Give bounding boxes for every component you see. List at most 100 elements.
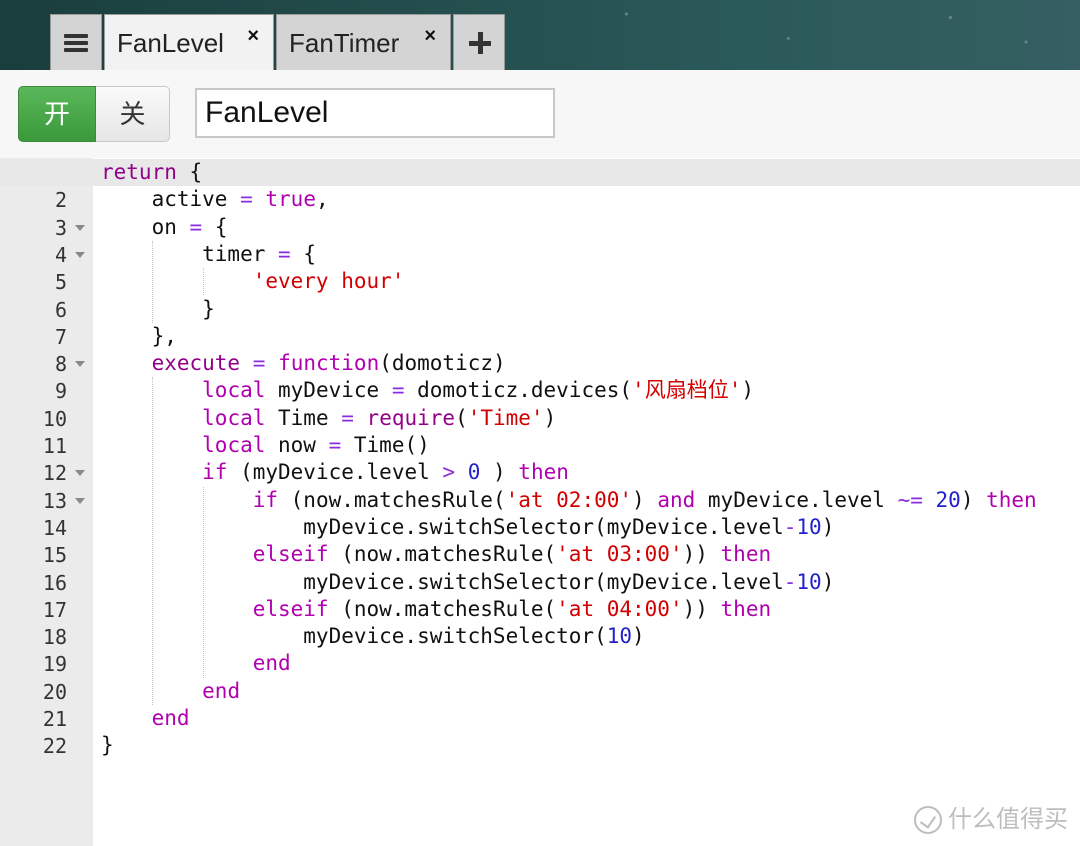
tab-fanlevel[interactable]: FanLevel ×: [104, 14, 274, 70]
line-number-text: 12: [42, 461, 67, 486]
line-number-text: 2: [54, 188, 67, 213]
code-line: elseif (now.matchesRule('at 04:00')) the…: [101, 596, 771, 623]
code-token: (now.matchesRule(: [328, 596, 557, 621]
line-number: 19: [0, 650, 93, 677]
code-token: local: [202, 433, 266, 457]
line-number: 8: [0, 350, 93, 377]
code-token: =: [278, 241, 291, 266]
off-button[interactable]: 关: [96, 86, 170, 142]
line-number-text: 6: [54, 297, 67, 322]
code-token: (now.matchesRule(: [278, 487, 506, 512]
line-number: 15: [0, 541, 93, 568]
fold-arrow-icon[interactable]: [75, 251, 85, 258]
code-token: end: [252, 651, 291, 676]
code-token: elseif: [252, 596, 329, 621]
line-number-text: 14: [42, 515, 67, 540]
code-line: execute = function(domoticz): [101, 350, 506, 377]
fold-arrow-icon[interactable]: [75, 361, 85, 368]
code-token: myDevice: [265, 378, 392, 403]
editor-panel: 开 关 12345678910111213141516171819202122 …: [0, 70, 1080, 846]
code-token: Time: [265, 405, 342, 430]
line-number-text: 20: [42, 679, 67, 704]
code-token: elseif: [252, 542, 329, 567]
tab-menu-button[interactable]: [50, 14, 102, 70]
fold-arrow-icon[interactable]: [75, 224, 85, 231]
line-number-text: 3: [54, 215, 67, 240]
fold-arrow-icon[interactable]: [75, 497, 85, 504]
line-number: 13: [0, 487, 93, 514]
on-button[interactable]: 开: [18, 86, 96, 142]
line-number: 9: [0, 377, 93, 404]
code-token: {: [290, 241, 316, 266]
line-number-text: 5: [54, 270, 67, 295]
line-number-text: 17: [42, 597, 67, 622]
code-token: if: [252, 487, 279, 512]
fold-arrow-icon[interactable]: [75, 470, 85, 477]
code-line: if (myDevice.level > 0 ) then: [101, 459, 569, 486]
line-number-gutter: 12345678910111213141516171819202122: [0, 158, 93, 846]
code-line: end: [101, 650, 291, 677]
code-token: 0: [467, 460, 481, 485]
line-number: 17: [0, 596, 93, 623]
code-token: (: [455, 405, 468, 430]
code-line: myDevice.switchSelector(10): [101, 623, 644, 650]
line-number-text: 15: [42, 543, 67, 568]
watermark: 什么值得买: [914, 799, 1068, 834]
code-token: ): [741, 378, 754, 403]
code-line: elseif (now.matchesRule('at 03:00')) the…: [101, 541, 771, 568]
line-number-text: 19: [42, 652, 67, 677]
line-number: 4: [0, 241, 93, 268]
code-token: (now.matchesRule(: [328, 542, 557, 567]
code-editor[interactable]: 12345678910111213141516171819202122 retu…: [0, 158, 1080, 846]
code-token: 'at 03:00': [556, 542, 683, 567]
code-token: ): [821, 514, 835, 539]
code-token: return: [101, 160, 177, 184]
code-token: 'every hour': [252, 269, 405, 294]
tab-fantimer[interactable]: FanTimer ×: [276, 14, 451, 70]
watermark-icon: [914, 806, 942, 834]
code-token: myDevice.level: [695, 487, 898, 512]
code-token: '风扇档位': [632, 378, 742, 403]
close-icon[interactable]: ×: [247, 25, 259, 48]
code-token: Time(): [341, 433, 430, 457]
code-token: then: [518, 460, 569, 485]
code-token: -: [783, 514, 797, 539]
code-token: end: [151, 706, 190, 730]
line-number-text: 21: [42, 707, 67, 731]
code-line: return {: [101, 159, 202, 186]
line-number: 16: [0, 569, 93, 596]
code-token: (myDevice.level: [227, 460, 443, 485]
code-line: 'every hour': [101, 268, 405, 295]
line-number: 3: [0, 214, 93, 241]
script-name-input[interactable]: [195, 88, 555, 138]
line-number: 6: [0, 296, 93, 323]
code-token: ): [632, 487, 658, 512]
close-icon[interactable]: ×: [424, 25, 436, 48]
code-token: ): [480, 460, 519, 485]
code-line: local now = Time(): [101, 432, 430, 459]
line-number: 20: [0, 678, 93, 705]
code-line: local myDevice = domoticz.devices('风扇档位'…: [101, 377, 754, 404]
code-token: =: [240, 187, 253, 212]
tab-bar: FanLevel × FanTimer ×: [0, 14, 1080, 70]
code-token: {: [202, 214, 228, 239]
code-token: =: [252, 351, 266, 376]
add-tab-button[interactable]: [453, 14, 505, 70]
line-number-text: 18: [42, 625, 67, 650]
code-token: >: [442, 460, 456, 485]
code-token: on: [101, 214, 190, 239]
code-token: =: [341, 405, 354, 430]
code-token: 'at 04:00': [556, 596, 683, 621]
tab-label: FanLevel: [117, 28, 224, 58]
